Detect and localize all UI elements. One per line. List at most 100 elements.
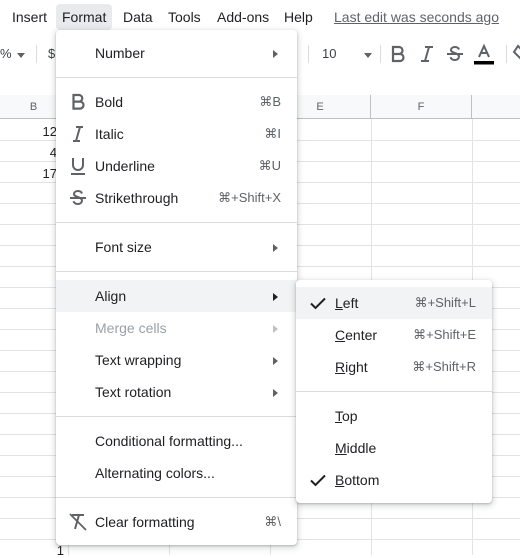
submenu-arrow-icon <box>273 50 278 58</box>
submenu-arrow-icon <box>273 244 278 252</box>
shortcut-text: ⌘+Shift+E <box>413 327 476 342</box>
access-key: B <box>335 472 345 488</box>
align-left-option[interactable]: Left ⌘+Shift+L <box>296 287 492 319</box>
menu-tools[interactable]: Tools <box>162 4 207 30</box>
label-rest: iddle <box>346 440 377 456</box>
italic-icon <box>73 126 83 142</box>
menu-insert[interactable]: Insert <box>6 4 53 30</box>
shortcut-text: ⌘+Shift+L <box>414 295 476 310</box>
align-center-option[interactable]: Center ⌘+Shift+E <box>296 319 492 351</box>
fill-color-icon[interactable] <box>510 42 520 66</box>
shortcut-text: ⌘+Shift+R <box>412 359 476 374</box>
menu-item-label: Italic <box>95 126 124 142</box>
format-menu: Number Bold ⌘B Italic ⌘I Underline ⌘U St… <box>56 30 297 545</box>
toolbar-divider <box>36 45 37 63</box>
strikethrough-icon[interactable] <box>443 42 467 66</box>
font-size-caret-icon <box>364 53 372 58</box>
menu-item-text-rotation[interactable]: Text rotation <box>56 376 297 408</box>
menu-item-label: Strikethrough <box>95 190 179 206</box>
toolbar-divider <box>308 45 309 63</box>
italic-icon[interactable] <box>415 42 439 66</box>
menu-item-underline[interactable]: Underline ⌘U <box>56 150 297 182</box>
menu-divider <box>56 416 297 417</box>
submenu-arrow-icon <box>273 389 278 397</box>
access-key: T <box>335 408 342 424</box>
checkmark-icon <box>310 474 326 487</box>
zoom-caret-icon <box>17 53 25 58</box>
cell-b1-value[interactable]: 12 <box>0 124 57 139</box>
cell-b3-value[interactable]: 17 <box>0 166 57 181</box>
submenu-arrow-icon <box>273 357 278 365</box>
last-edit-link[interactable]: Last edit was seconds ago <box>334 4 499 30</box>
menu-data[interactable]: Data <box>117 4 159 30</box>
menu-item-label: Clear formatting <box>95 514 195 530</box>
clear-formatting-icon <box>69 513 87 531</box>
menu-item-label: Alternating colors... <box>95 465 215 481</box>
cell-partial-value[interactable]: 1 <box>4 543 64 558</box>
submenu-arrow-icon <box>273 325 278 333</box>
text-color-icon[interactable] <box>472 42 496 66</box>
underline-icon <box>71 158 85 175</box>
menu-format[interactable]: Format <box>56 4 113 30</box>
menu-item-conditional-formatting[interactable]: Conditional formatting... <box>56 425 297 457</box>
shortcut-text: ⌘\ <box>264 514 281 529</box>
menu-item-strikethrough[interactable]: Strikethrough ⌘+Shift+X <box>56 182 297 214</box>
align-middle-label: Middle <box>335 432 376 464</box>
menu-item-label: Text rotation <box>95 384 172 400</box>
align-submenu: Left ⌘+Shift+L Center ⌘+Shift+E Right ⌘+… <box>296 280 492 503</box>
access-key: M <box>335 440 347 456</box>
align-top-label: Top <box>335 400 358 432</box>
bold-icon[interactable] <box>386 42 410 66</box>
align-right-label: Right <box>335 351 368 383</box>
align-middle-option[interactable]: Middle <box>296 432 492 464</box>
menu-item-label: Align <box>95 288 127 304</box>
menu-divider <box>56 271 297 272</box>
align-bottom-label: Bottom <box>335 464 379 496</box>
menu-divider <box>56 497 297 498</box>
menu-item-align[interactable]: Align <box>56 280 297 312</box>
label-rest: ight <box>345 359 368 375</box>
menu-item-number[interactable]: Number <box>56 37 297 69</box>
menu-item-label: Font size <box>95 239 152 255</box>
shortcut-text: ⌘+Shift+X <box>218 190 281 205</box>
menu-item-italic[interactable]: Italic ⌘I <box>56 118 297 150</box>
menu-item-bold[interactable]: Bold ⌘B <box>56 86 297 118</box>
access-key: C <box>335 327 346 343</box>
access-key: R <box>335 359 346 375</box>
menu-item-clear-formatting[interactable]: Clear formatting ⌘\ <box>56 506 297 538</box>
menu-item-label: Bold <box>95 94 124 110</box>
menu-item-merge-cells[interactable]: Merge cells <box>56 312 297 344</box>
menu-item-label: Text wrapping <box>95 352 182 368</box>
menu-item-label: Number <box>95 45 145 61</box>
zoom-select[interactable]: % <box>0 46 12 61</box>
align-left-label: Left <box>335 287 358 319</box>
menu-bar: Insert Format Data Tools Add-ons Help La… <box>0 0 520 34</box>
menu-item-text-wrapping[interactable]: Text wrapping <box>56 344 297 376</box>
menu-item-alternating-colors[interactable]: Alternating colors... <box>56 457 297 489</box>
shortcut-text: ⌘B <box>259 94 281 109</box>
strikethrough-icon <box>70 189 86 206</box>
font-size-select[interactable]: 10 <box>322 46 336 61</box>
label-rest: eft <box>342 295 359 311</box>
column-header-f[interactable]: F <box>371 95 472 119</box>
checkmark-icon <box>310 297 326 310</box>
menu-divider <box>56 77 297 78</box>
menu-item-label: Conditional formatting... <box>95 433 243 449</box>
bold-icon <box>72 93 85 110</box>
submenu-arrow-icon <box>273 293 278 301</box>
align-top-option[interactable]: Top <box>296 400 492 432</box>
menu-add-ons[interactable]: Add-ons <box>211 4 275 30</box>
align-center-label: Center <box>335 319 377 351</box>
shortcut-text: ⌘U <box>258 158 281 173</box>
align-right-option[interactable]: Right ⌘+Shift+R <box>296 351 492 383</box>
menu-help[interactable]: Help <box>278 4 319 30</box>
shortcut-text: ⌘I <box>264 126 281 141</box>
currency-button[interactable]: $ <box>48 46 55 61</box>
access-key: L <box>335 295 343 311</box>
menu-item-label: Merge cells <box>95 320 167 336</box>
align-bottom-option[interactable]: Bottom <box>296 464 492 496</box>
cell-b2-value[interactable]: 4 <box>0 145 57 160</box>
menu-item-label: Underline <box>95 158 155 174</box>
menu-item-font-size[interactable]: Font size <box>56 231 297 263</box>
label-rest: op <box>342 408 358 424</box>
